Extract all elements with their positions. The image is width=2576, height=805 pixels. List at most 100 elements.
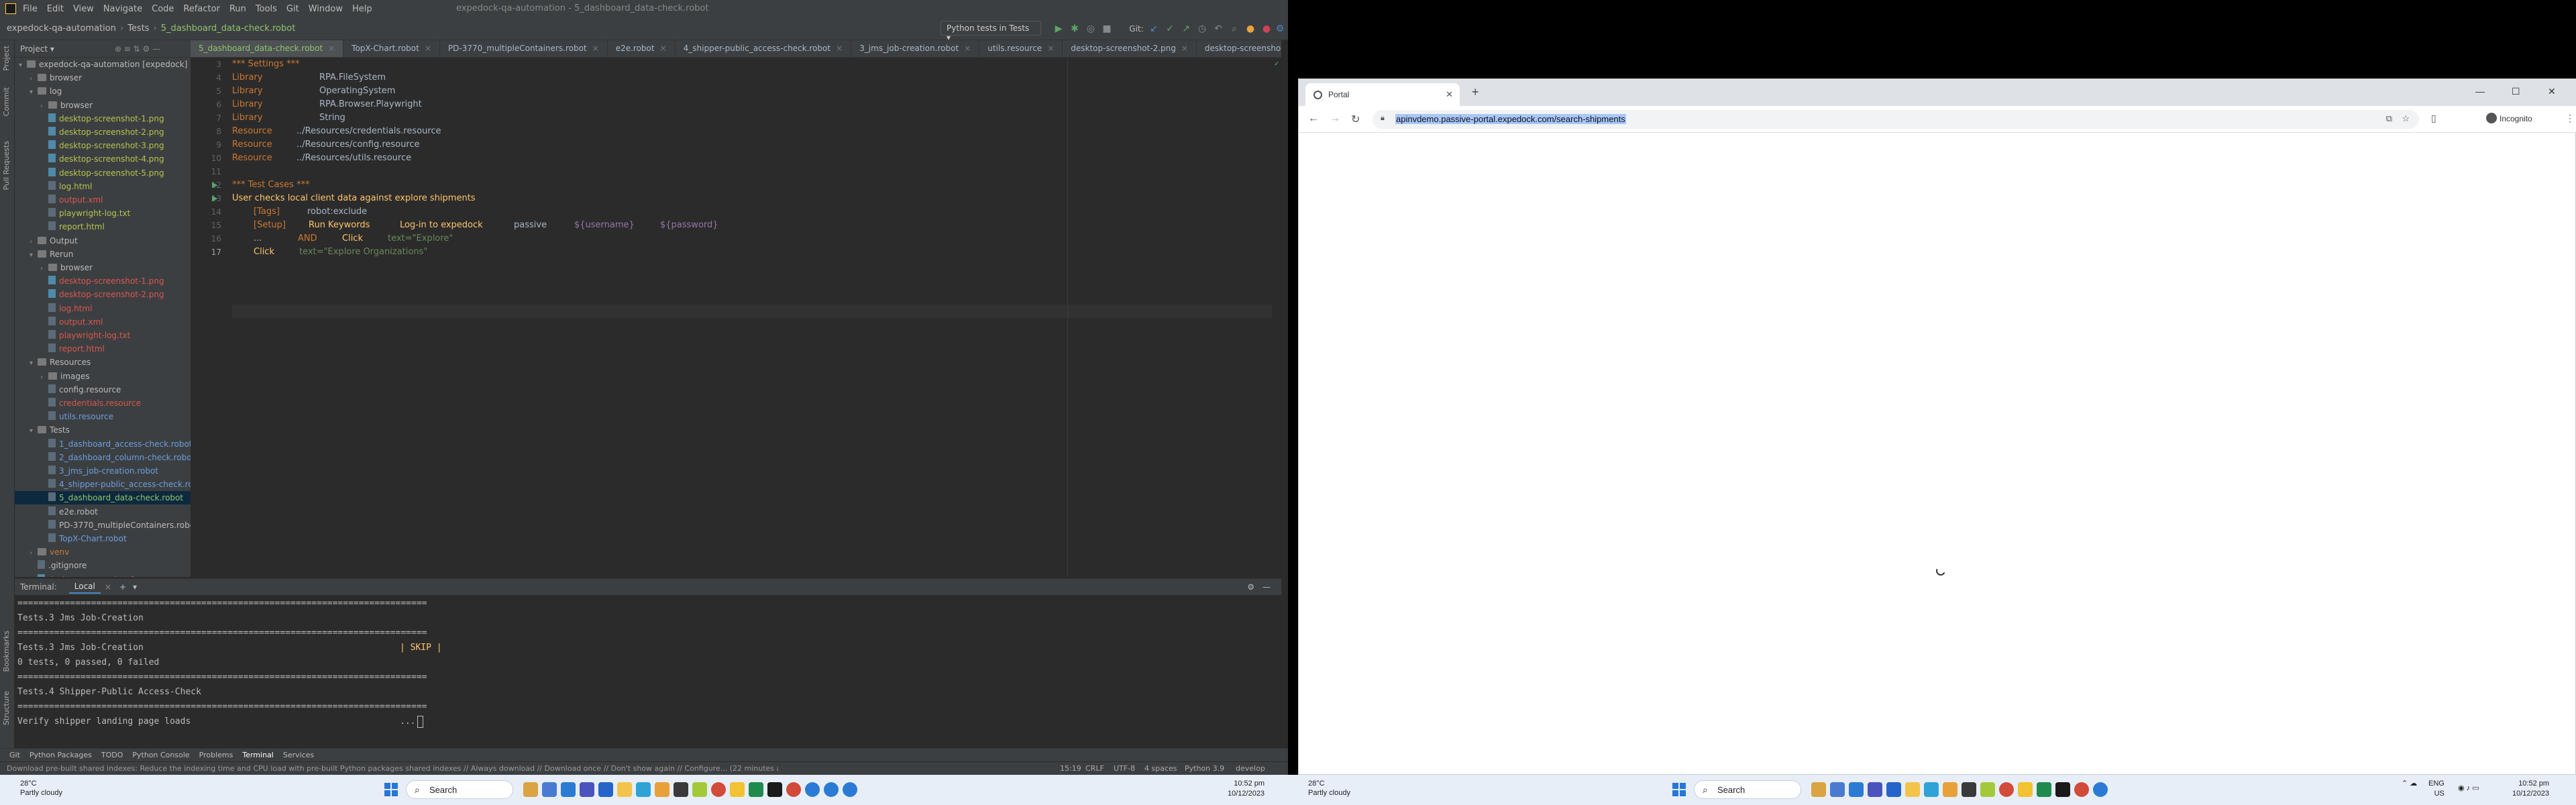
tree-item[interactable]: ▾ Resources <box>15 356 191 369</box>
network-volume-battery-icons[interactable]: ◉ ♪ ▭ <box>2458 784 2479 794</box>
tree-item[interactable]: e2e.robot <box>15 505 191 519</box>
weather-widget[interactable]: 28°C Partly cloudy <box>1308 779 1350 798</box>
breadcrumb-project[interactable]: expedock-qa-automation <box>7 23 116 34</box>
open-in-app-icon[interactable]: ⧉ <box>2386 113 2392 124</box>
project-tool-tab[interactable]: Project <box>2 46 11 71</box>
close-icon[interactable]: × <box>1047 44 1054 53</box>
tool-window-button[interactable]: Git <box>9 751 20 759</box>
tool-window-button[interactable]: Python Packages <box>30 751 92 759</box>
notifications-icon[interactable]: ● <box>1261 23 1272 34</box>
address-bar[interactable]: 🔒︎ apinvdemo.passive-portal.expedock.com… <box>1373 110 2419 129</box>
minimize-icon[interactable]: — <box>1263 582 1271 592</box>
teams-icon[interactable] <box>580 782 594 797</box>
tree-item[interactable]: TopX-Chart.robot <box>15 532 191 545</box>
pycharm-icon[interactable] <box>767 782 782 797</box>
tree-item[interactable]: desktop-screenshot-2.png <box>15 288 191 301</box>
tree-item[interactable]: log.html <box>15 302 191 315</box>
breadcrumb-file[interactable]: 5_dashboard_data-check.robot <box>161 23 296 34</box>
incognito-profile[interactable]: Incognito <box>2486 113 2532 123</box>
tree-item[interactable]: 3_jms_job-creation.robot <box>15 464 191 478</box>
close-icon[interactable]: × <box>836 44 843 53</box>
chrome-icon[interactable] <box>1999 782 2014 797</box>
close-icon[interactable]: × <box>328 44 335 53</box>
app-icon[interactable] <box>749 782 763 797</box>
chevron-down-icon[interactable]: ▾ <box>30 357 38 370</box>
chrome-icon[interactable] <box>711 782 726 797</box>
file-encoding[interactable]: UTF-8 <box>1114 764 1135 773</box>
editor-tab[interactable]: utils.resource × <box>979 40 1063 57</box>
close-icon[interactable]: × <box>660 44 667 53</box>
file-explorer-icon[interactable] <box>617 782 632 797</box>
tree-item[interactable]: desktop-screenshot-5.png <box>15 166 191 180</box>
app-icon[interactable] <box>2093 782 2108 797</box>
line-separator[interactable]: CRLF <box>1085 764 1104 773</box>
settings-icon[interactable]: ⚙ <box>1275 23 1285 34</box>
chevron-down-icon[interactable]: ▾ <box>133 582 137 592</box>
menu-code[interactable]: Code <box>152 4 174 14</box>
minimize-icon[interactable]: — <box>2475 86 2485 97</box>
stop-icon[interactable]: ■ <box>1102 23 1112 34</box>
tree-item[interactable]: utils.resource <box>15 410 191 423</box>
chevron-down-icon[interactable]: ▾ <box>48 44 54 54</box>
windows-start-icon[interactable] <box>384 783 398 796</box>
tool-window-button[interactable]: Python Console <box>132 751 189 759</box>
side-panel-icon[interactable]: ▯ <box>2431 113 2436 124</box>
chevron-down-icon[interactable]: ▾ <box>19 59 27 72</box>
pycharm-icon[interactable] <box>2055 782 2070 797</box>
menu-edit[interactable]: Edit <box>47 4 64 14</box>
app-icon[interactable] <box>598 782 613 797</box>
tree-item[interactable]: › browser <box>15 261 191 274</box>
reload-icon[interactable]: ↻ <box>1351 113 1360 126</box>
close-icon[interactable]: ✕ <box>1446 89 1453 100</box>
tree-item[interactable]: ▾ Rerun <box>15 248 191 261</box>
menu-view[interactable]: View <box>73 4 94 14</box>
chevron-right-icon[interactable]: › <box>30 72 38 86</box>
tree-item[interactable]: report.html <box>15 342 191 356</box>
tree-item[interactable]: › images <box>15 370 191 383</box>
app-icon[interactable] <box>1886 782 1901 797</box>
tree-item[interactable]: desktop-screenshot-4.png <box>15 152 191 166</box>
git-branch[interactable]: develop <box>1236 764 1265 773</box>
taskbar-search[interactable]: ⌕ Search <box>406 780 513 799</box>
tree-item[interactable]: ▾ expedock-qa-automation [expedock] <box>15 58 191 71</box>
git-history-icon[interactable]: ◷ <box>1197 23 1208 34</box>
chevron-down-icon[interactable]: ▾ <box>30 425 38 438</box>
app-icon[interactable] <box>561 782 576 797</box>
menu-help[interactable]: Help <box>352 4 372 14</box>
input-language[interactable]: ENG US <box>2428 779 2445 799</box>
editor-tab[interactable]: desktop-screenshot-2.png × <box>1063 40 1197 57</box>
run-test-gutter-icon[interactable]: ▶ <box>212 192 217 205</box>
tree-item[interactable]: › browser <box>15 99 191 112</box>
git-commit-icon[interactable]: ✓ <box>1165 23 1175 34</box>
tree-item[interactable]: ▾ log <box>15 85 191 98</box>
tree-item[interactable]: 4_shipper-public_access-check.robot <box>15 478 191 491</box>
tree-item[interactable]: config.resource <box>15 383 191 396</box>
chevron-down-icon[interactable]: ▾ <box>30 249 38 262</box>
status-message[interactable]: Download pre-built shared indexes: Reduc… <box>7 764 778 773</box>
forward-icon[interactable]: → <box>1330 113 1340 125</box>
tree-item[interactable]: credentials.resource <box>15 396 191 410</box>
chevron-right-icon[interactable]: › <box>40 100 48 113</box>
app-icon[interactable] <box>1943 782 1957 797</box>
terminal-output[interactable]: ========================================… <box>17 596 1265 747</box>
project-panel-title[interactable]: Project <box>20 44 48 54</box>
close-icon[interactable]: × <box>592 44 599 53</box>
chevron-down-icon[interactable]: ▾ <box>30 86 38 99</box>
chevron-right-icon[interactable]: › <box>40 371 48 384</box>
menu-git[interactable]: Git <box>286 4 299 14</box>
site-info-icon[interactable]: 🔒︎ <box>1381 114 1385 123</box>
app-icon[interactable] <box>1962 782 1976 797</box>
tree-item[interactable]: › browser <box>15 71 191 85</box>
commit-tool-tab[interactable]: Commit <box>2 87 11 116</box>
back-icon[interactable]: ← <box>1308 113 1319 125</box>
tree-item[interactable]: desktop-screenshot-1.png <box>15 573 191 577</box>
close-icon[interactable]: × <box>105 582 111 592</box>
new-terminal-icon[interactable]: + <box>119 582 126 592</box>
python-interpreter[interactable]: Python 3.9 <box>1185 764 1224 773</box>
updates-icon[interactable]: ● <box>1245 23 1256 34</box>
bookmark-star-icon[interactable]: ☆ <box>2402 113 2410 124</box>
close-icon[interactable]: ✕ <box>2548 86 2556 97</box>
close-icon[interactable]: × <box>425 44 431 53</box>
app-icon[interactable] <box>636 782 651 797</box>
editor-tab[interactable]: 3_jms_job-creation.robot × <box>851 40 980 57</box>
